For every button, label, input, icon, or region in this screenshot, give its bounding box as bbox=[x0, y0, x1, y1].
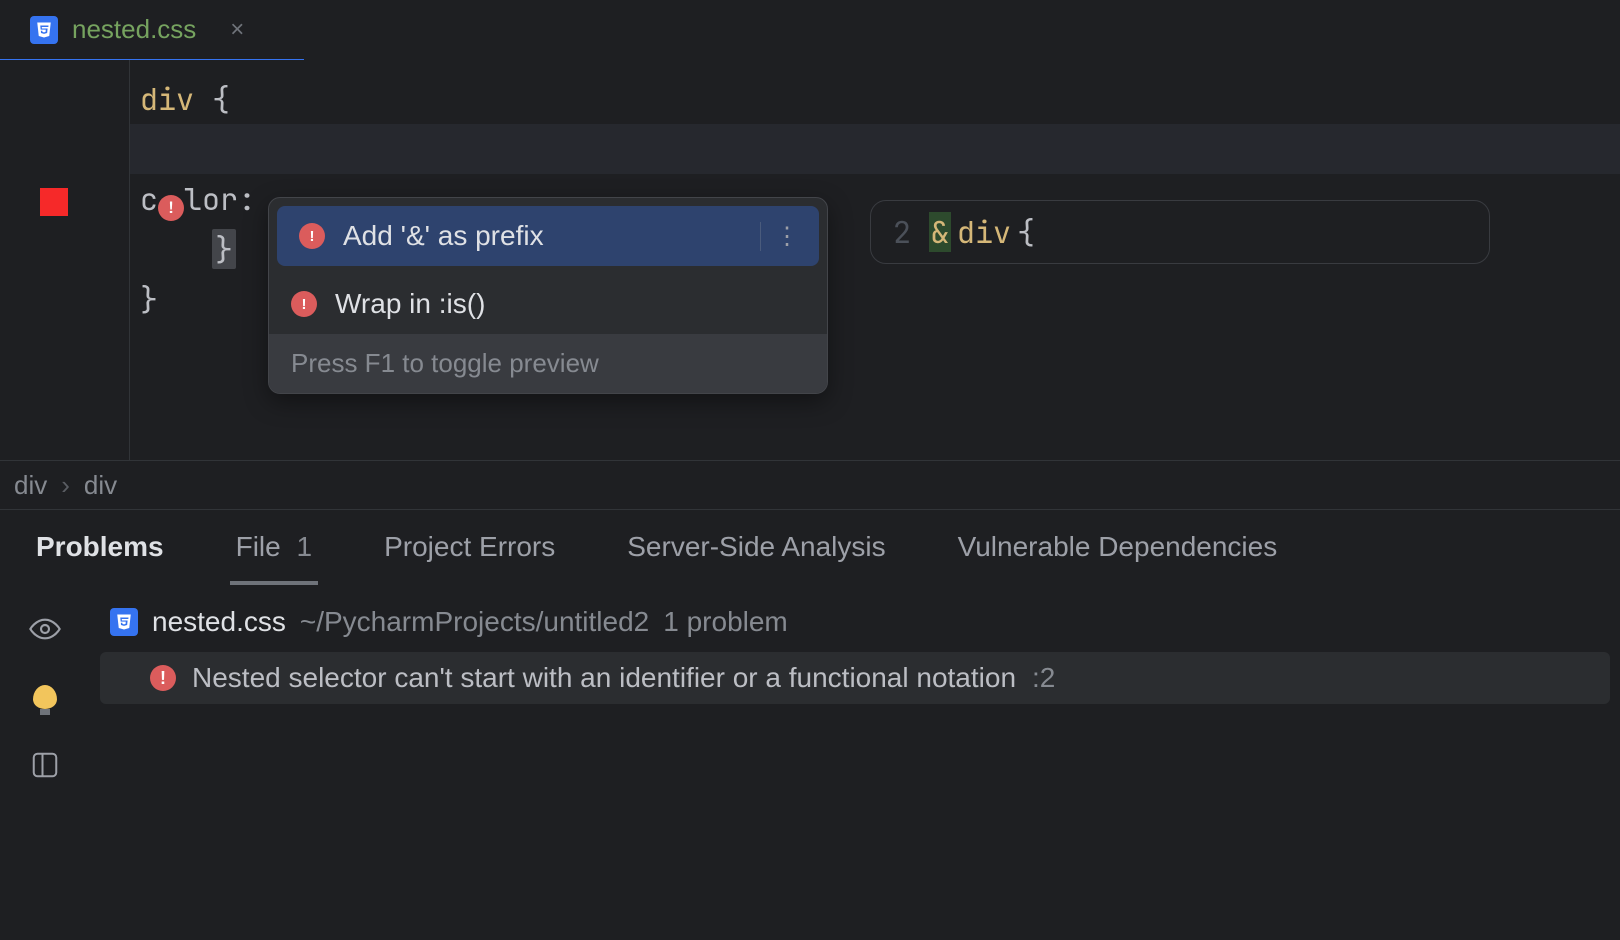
error-icon: ! bbox=[150, 665, 176, 691]
bulb-icon: ! bbox=[291, 291, 317, 317]
quickfix-preview: 2 & div { bbox=[870, 200, 1490, 264]
css-file-icon bbox=[110, 608, 138, 636]
close-icon[interactable]: × bbox=[230, 16, 244, 44]
tab-bar: nested.css × bbox=[0, 0, 1620, 60]
tab-project-errors[interactable]: Project Errors bbox=[378, 513, 561, 581]
preview-tag: div bbox=[957, 212, 1011, 252]
problem-count: 1 problem bbox=[663, 606, 788, 638]
preview-lineno: 2 bbox=[893, 212, 911, 252]
bulb-icon: ! bbox=[299, 223, 325, 249]
problem-file-name: nested.css bbox=[152, 606, 286, 638]
problems-panel: Problems File 1 Project Errors Server-Si… bbox=[0, 510, 1620, 782]
intention-wrap-is[interactable]: ! Wrap in :is() bbox=[269, 274, 827, 334]
problem-message: Nested selector can't start with an iden… bbox=[192, 662, 1016, 694]
breadcrumb-seg[interactable]: div bbox=[84, 470, 117, 501]
tab-server-side[interactable]: Server-Side Analysis bbox=[621, 513, 891, 581]
intention-label: Add '&' as prefix bbox=[343, 220, 544, 252]
problem-file-path: ~/PycharmProjects/untitled2 bbox=[300, 606, 649, 638]
preview-amp: & bbox=[931, 212, 949, 252]
breadcrumb-seg[interactable]: div bbox=[14, 470, 47, 501]
preview-brace: { bbox=[1017, 212, 1035, 252]
css-file-icon bbox=[30, 16, 58, 44]
problems-list: nested.css ~/PycharmProjects/untitled2 1… bbox=[90, 598, 1620, 782]
gutter bbox=[0, 60, 130, 460]
problems-body: nested.css ~/PycharmProjects/untitled2 1… bbox=[0, 584, 1620, 782]
code-line: div { bbox=[140, 74, 1610, 124]
tab-nested-css[interactable]: nested.css × bbox=[0, 0, 274, 59]
current-line-highlight bbox=[130, 124, 1620, 174]
intention-footer: Press F1 to toggle preview bbox=[269, 334, 827, 393]
gutter-error-marker[interactable] bbox=[40, 188, 68, 216]
intention-popup: ! Add '&' as prefix ⋮ ! Wrap in :is() Pr… bbox=[268, 197, 828, 394]
more-icon[interactable]: ⋮ bbox=[760, 222, 797, 251]
intention-add-amp-prefix[interactable]: ! Add '&' as prefix ⋮ bbox=[277, 206, 819, 266]
tab-vulnerable-deps[interactable]: Vulnerable Dependencies bbox=[952, 513, 1284, 581]
tab-file[interactable]: File 1 bbox=[230, 513, 318, 581]
tab-problems[interactable]: Problems bbox=[30, 513, 170, 581]
problems-tabs: Problems File 1 Project Errors Server-Si… bbox=[0, 510, 1620, 584]
tab-filename: nested.css bbox=[72, 14, 196, 45]
intention-label: Wrap in :is() bbox=[335, 288, 485, 320]
problem-line: :2 bbox=[1032, 662, 1055, 694]
problem-item[interactable]: ! Nested selector can't start with an id… bbox=[100, 652, 1610, 704]
chevron-right-icon: › bbox=[61, 470, 70, 501]
breadcrumb: div › div bbox=[0, 460, 1620, 510]
eye-icon[interactable] bbox=[28, 612, 62, 646]
bulb-icon[interactable]: ! bbox=[158, 195, 184, 221]
problem-file-row[interactable]: nested.css ~/PycharmProjects/untitled2 1… bbox=[90, 598, 1620, 646]
problems-sidebar bbox=[0, 598, 90, 782]
panel-layout-icon[interactable] bbox=[28, 748, 62, 782]
bulb-icon[interactable] bbox=[28, 680, 62, 714]
